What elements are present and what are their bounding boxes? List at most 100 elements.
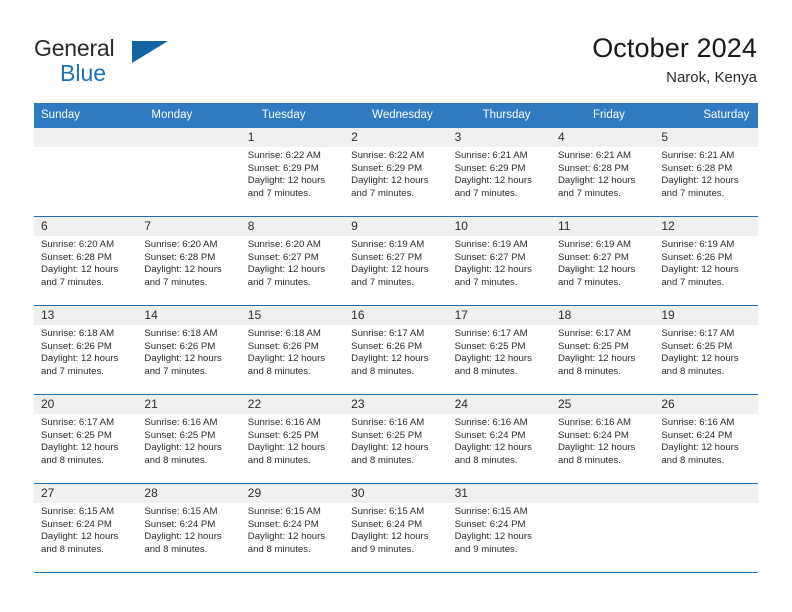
sunrise-time: Sunrise: 6:17 AM (351, 328, 425, 339)
title-block: October 2024 Narok, Kenya (592, 32, 757, 88)
day-sun-info: Sunrise: 6:19 AM Sunset: 6:27 PM Daylight:… (344, 236, 447, 289)
daylight-duration-line2: and 7 minutes. (557, 276, 621, 288)
calendar-day-cell[interactable]: 18 Sunrise: 6:17 AM Sunset: 6:25 PM Dayligh… (550, 306, 655, 394)
calendar-day-cell[interactable]: 3 Sunrise: 6:21 AM Sunset: 6:29 PM Daylight… (447, 128, 551, 216)
daylight-duration-line1: Daylight: 12 hours (144, 353, 222, 365)
daylight-duration-line2: and 8 minutes. (247, 365, 311, 377)
sunrise-time: Sunrise: 6:18 AM (144, 328, 218, 339)
page-title: October 2024 (592, 33, 757, 63)
calendar-day-cell[interactable]: 7 Sunrise: 6:20 AM Sunset: 6:28 PM Daylight… (137, 217, 241, 305)
day-number: 19 (654, 306, 758, 325)
calendar-day-cell[interactable]: 13 Sunrise: 6:18 AM Sunset: 6:26 PM Dayligh… (34, 306, 138, 394)
day-sun-info: Sunrise: 6:17 AM Sunset: 6:25 PM Daylight:… (34, 414, 137, 467)
daylight-duration-line1: Daylight: 12 hours (247, 264, 326, 276)
day-number: 20 (34, 395, 138, 414)
calendar-day-cell[interactable]: 12 Sunrise: 6:19 AM Sunset: 6:26 PM Dayligh… (654, 217, 758, 305)
daylight-duration-line2: and 7 minutes. (661, 187, 725, 199)
sunset-time: Sunset: 6:24 PM (41, 518, 112, 530)
weekday-header-monday: Monday (151, 109, 193, 121)
calendar-day-cell[interactable]: 24 Sunrise: 6:16 AM Sunset: 6:24 PM Dayligh… (447, 395, 551, 483)
calendar-day-cell[interactable]: 27 Sunrise: 6:15 AM Sunset: 6:24 PM Dayligh… (34, 484, 138, 572)
calendar-day-cell[interactable]: 15 Sunrise: 6:18 AM Sunset: 6:26 PM Dayligh… (240, 306, 345, 394)
day-number: 3 (447, 128, 551, 147)
daylight-duration-line1: Daylight: 12 hours (454, 175, 532, 187)
weekday-header-wednesday: Wednesday (372, 109, 433, 121)
calendar-day-cell[interactable]: 30 Sunrise: 6:15 AM Sunset: 6:24 PM Dayligh… (344, 484, 448, 572)
sunset-time: Sunset: 6:29 PM (247, 162, 319, 174)
calendar-day-cell[interactable]: 11 Sunrise: 6:19 AM Sunset: 6:27 PM Dayligh… (550, 217, 655, 305)
sunrise-time: Sunrise: 6:22 AM (247, 150, 321, 161)
sunset-time: Sunset: 6:24 PM (454, 429, 526, 441)
daylight-duration-line1: Daylight: 12 hours (351, 353, 429, 365)
day-number (137, 128, 241, 147)
calendar-day-cell[interactable]: 23 Sunrise: 6:16 AM Sunset: 6:25 PM Dayligh… (344, 395, 448, 483)
sunrise-time: Sunrise: 6:15 AM (247, 506, 321, 517)
day-sun-info: Sunrise: 6:15 AM Sunset: 6:24 PM Daylight:… (137, 503, 240, 556)
calendar-day-cell[interactable]: 1 Sunrise: 6:22 AM Sunset: 6:29 PM Daylight… (240, 128, 345, 216)
calendar-day-cell[interactable]: 14 Sunrise: 6:18 AM Sunset: 6:26 PM Dayligh… (137, 306, 241, 394)
weekday-header-saturday: Saturday (703, 109, 750, 121)
logo-text-general: General (34, 35, 115, 61)
sunrise-time: Sunrise: 6:17 AM (41, 417, 115, 428)
daylight-duration-line2: and 7 minutes. (144, 365, 208, 377)
calendar-day-cell[interactable]: 28 Sunrise: 6:15 AM Sunset: 6:24 PM Dayligh… (137, 484, 241, 572)
calendar-day-cell[interactable]: 8 Sunrise: 6:20 AM Sunset: 6:27 PM Daylight… (240, 217, 345, 305)
calendar-day-cell[interactable]: 2 Sunrise: 6:22 AM Sunset: 6:29 PM Daylight… (344, 128, 448, 216)
daylight-duration-line2: and 7 minutes. (557, 187, 621, 199)
calendar-day-cell[interactable]: 17 Sunrise: 6:17 AM Sunset: 6:25 PM Dayligh… (447, 306, 551, 394)
sunset-time: Sunset: 6:24 PM (661, 429, 733, 441)
page-subtitle-location: Narok, Kenya (666, 69, 757, 86)
calendar-day-cell[interactable]: 22 Sunrise: 6:16 AM Sunset: 6:25 PM Dayligh… (240, 395, 345, 483)
daylight-duration-line1: Daylight: 12 hours (557, 264, 636, 276)
calendar-day-cell[interactable]: 5 Sunrise: 6:21 AM Sunset: 6:28 PM Daylight… (654, 128, 758, 216)
sunrise-time: Sunrise: 6:16 AM (144, 417, 218, 428)
sunrise-time: Sunrise: 6:18 AM (247, 328, 321, 339)
daylight-duration-line2: and 7 minutes. (144, 276, 208, 288)
calendar-day-cell[interactable]: 31 Sunrise: 6:15 AM Sunset: 6:24 PM Dayligh… (447, 484, 551, 572)
calendar-day-cell[interactable]: 26 Sunrise: 6:16 AM Sunset: 6:24 PM Dayligh… (654, 395, 758, 483)
sunrise-time: Sunrise: 6:17 AM (454, 328, 528, 339)
daylight-duration-line2: and 8 minutes. (454, 454, 518, 466)
sunset-time: Sunset: 6:27 PM (454, 251, 526, 263)
calendar-day-cell[interactable]: 20 Sunrise: 6:17 AM Sunset: 6:25 PM Dayligh… (34, 395, 138, 483)
general-blue-logo: General Blue (34, 36, 214, 86)
calendar-day-cell[interactable]: 21 Sunrise: 6:16 AM Sunset: 6:25 PM Dayligh… (137, 395, 241, 483)
calendar-day-cell[interactable]: 25 Sunrise: 6:16 AM Sunset: 6:24 PM Dayligh… (550, 395, 655, 483)
day-number: 18 (550, 306, 655, 325)
day-sun-info: Sunrise: 6:18 AM Sunset: 6:26 PM Daylight:… (137, 325, 240, 378)
calendar-day-cell[interactable]: 19 Sunrise: 6:17 AM Sunset: 6:25 PM Dayligh… (654, 306, 758, 394)
daylight-duration-line2: and 8 minutes. (144, 543, 208, 555)
calendar-day-cell[interactable]: 9 Sunrise: 6:19 AM Sunset: 6:27 PM Daylight… (344, 217, 448, 305)
daylight-duration-line2: and 8 minutes. (661, 365, 725, 377)
day-sun-info: Sunrise: 6:16 AM Sunset: 6:24 PM Daylight:… (551, 414, 654, 467)
calendar-day-cell[interactable]: 29 Sunrise: 6:15 AM Sunset: 6:24 PM Dayligh… (240, 484, 345, 572)
daylight-duration-line1: Daylight: 12 hours (351, 531, 429, 543)
calendar-day-cell[interactable]: 4 Sunrise: 6:21 AM Sunset: 6:28 PM Daylight… (550, 128, 655, 216)
day-sun-info: Sunrise: 6:16 AM Sunset: 6:25 PM Daylight:… (241, 414, 344, 467)
day-sun-info: Sunrise: 6:19 AM Sunset: 6:27 PM Daylight:… (448, 236, 551, 289)
day-number: 8 (240, 217, 345, 236)
calendar-day-cell[interactable]: 10 Sunrise: 6:19 AM Sunset: 6:27 PM Dayligh… (447, 217, 551, 305)
daylight-duration-line2: and 8 minutes. (351, 454, 415, 466)
daylight-duration-line1: Daylight: 12 hours (661, 353, 739, 365)
day-number: 16 (344, 306, 448, 325)
daylight-duration-line1: Daylight: 12 hours (41, 442, 119, 454)
daylight-duration-line2: and 7 minutes. (454, 187, 518, 199)
calendar-day-cell[interactable]: 6 Sunrise: 6:20 AM Sunset: 6:28 PM Daylight… (34, 217, 138, 305)
sunrise-time: Sunrise: 6:16 AM (351, 417, 425, 428)
calendar-day-cell[interactable]: 16 Sunrise: 6:17 AM Sunset: 6:26 PM Dayligh… (344, 306, 448, 394)
daylight-duration-line1: Daylight: 12 hours (351, 264, 429, 276)
day-sun-info: Sunrise: 6:22 AM Sunset: 6:29 PM Daylight:… (344, 147, 447, 200)
weekday-header-friday: Friday (592, 109, 625, 121)
sunset-time: Sunset: 6:26 PM (351, 340, 423, 352)
logo-text-blue: Blue (60, 60, 107, 86)
daylight-duration-line2: and 8 minutes. (247, 454, 311, 466)
day-number: 4 (550, 128, 655, 147)
day-number: 28 (137, 484, 241, 503)
day-number: 10 (447, 217, 551, 236)
sunset-time: Sunset: 6:26 PM (247, 340, 319, 352)
day-sun-info: Sunrise: 6:16 AM Sunset: 6:24 PM Daylight:… (654, 414, 757, 467)
day-sun-info: Sunrise: 6:17 AM Sunset: 6:25 PM Daylight:… (448, 325, 551, 378)
calendar-day-cell-empty (137, 128, 241, 216)
day-sun-info: Sunrise: 6:15 AM Sunset: 6:24 PM Daylight:… (344, 503, 447, 556)
